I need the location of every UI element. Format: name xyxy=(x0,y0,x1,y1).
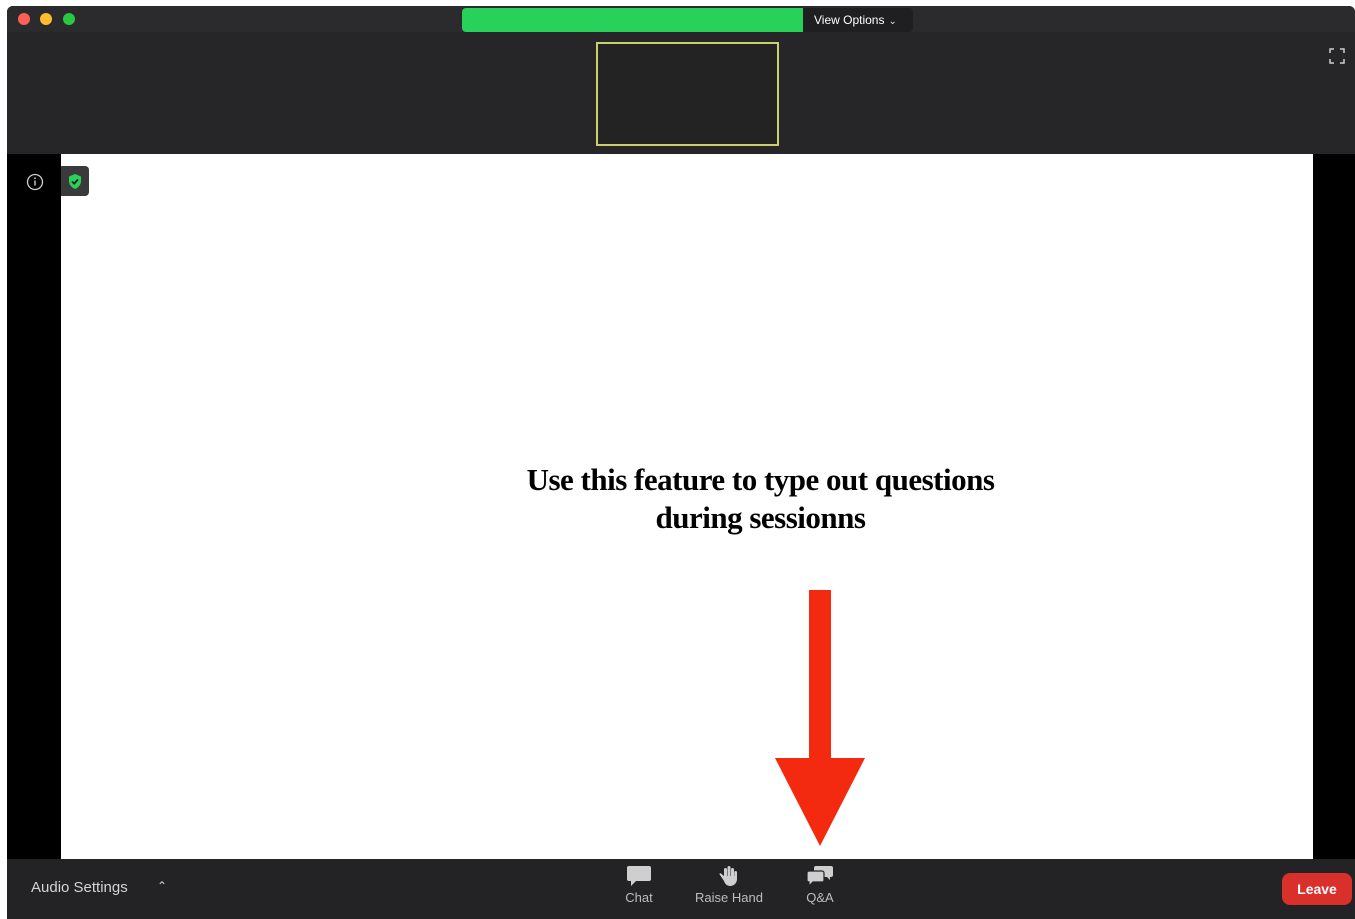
minimize-window-button[interactable] xyxy=(40,13,52,25)
chat-button[interactable]: Chat xyxy=(599,865,679,905)
qa-label: Q&A xyxy=(806,890,834,905)
thumbnail-strip xyxy=(7,32,1355,154)
raise-hand-button[interactable]: Raise Hand xyxy=(689,865,769,905)
view-options-button[interactable]: View Options ⌄ xyxy=(803,8,913,32)
red-arrow-down-icon xyxy=(775,590,865,846)
leave-button[interactable]: Leave xyxy=(1282,873,1352,905)
slide-text-line-2: during sessionns xyxy=(655,500,866,535)
chat-label: Chat xyxy=(625,890,653,905)
chevron-up-icon[interactable]: ⌃ xyxy=(157,879,167,893)
title-bar: View Options ⌄ xyxy=(7,6,1355,32)
info-icon xyxy=(26,173,44,191)
screen-share-indicator xyxy=(462,8,803,32)
chat-icon xyxy=(627,866,651,886)
chevron-down-icon: ⌄ xyxy=(888,16,897,27)
meeting-info-button[interactable] xyxy=(21,168,49,196)
encryption-button[interactable] xyxy=(61,166,89,196)
fullscreen-icon[interactable] xyxy=(1329,48,1345,64)
view-options-label: View Options xyxy=(814,13,885,27)
close-window-button[interactable] xyxy=(18,13,30,25)
slide-text: Use this feature to type out questions d… xyxy=(61,461,1313,537)
shared-slide: Use this feature to type out questions d… xyxy=(61,154,1313,859)
hand-icon xyxy=(719,866,737,886)
raise-hand-label: Raise Hand xyxy=(695,890,763,905)
slide-text-line-1: Use this feature to type out questions xyxy=(526,462,995,497)
qa-icon xyxy=(806,866,833,887)
qa-button[interactable]: Q&A xyxy=(780,865,860,905)
video-thumbnail[interactable] xyxy=(596,42,779,146)
audio-settings-button[interactable]: Audio Settings xyxy=(31,879,128,896)
zoom-window: View Options ⌄ Use this feature to type o… xyxy=(7,6,1355,919)
shield-check-icon xyxy=(69,173,81,189)
meeting-toolbar: Audio Settings ⌃ Chat Raise Hand Q&A Lea… xyxy=(7,859,1355,919)
zoom-window-button[interactable] xyxy=(63,13,75,25)
